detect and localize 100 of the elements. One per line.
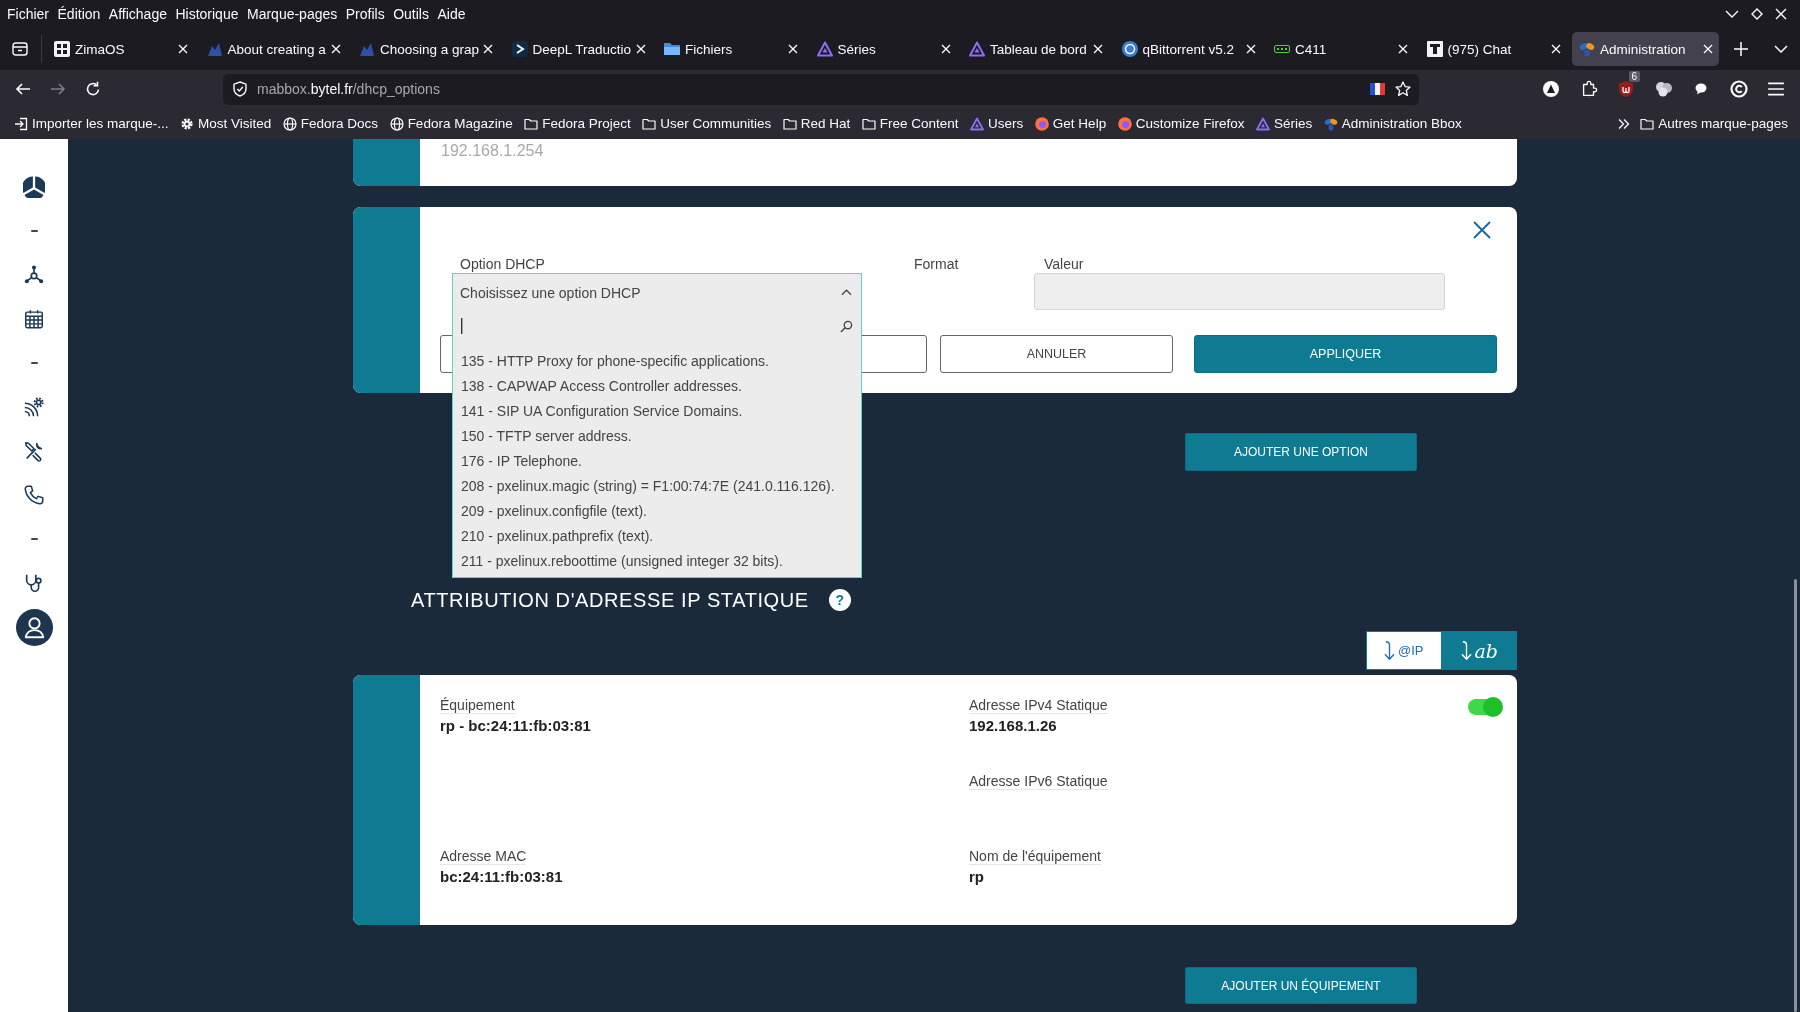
bookmark[interactable]: Administration Bbox [1319, 113, 1466, 134]
browser-tab[interactable]: C411 [1267, 32, 1414, 66]
shield-extension-icon[interactable] [1617, 80, 1636, 98]
menu-item[interactable]: Aide [437, 6, 466, 22]
browser-tab[interactable]: Tableau de bord [962, 32, 1109, 66]
star-icon[interactable] [1395, 81, 1411, 97]
browser-tab[interactable]: Administration [1572, 32, 1719, 66]
minimize-icon[interactable] [1725, 10, 1739, 18]
user-avatar-icon[interactable] [15, 608, 53, 646]
browser-tab[interactable]: Séries [809, 32, 957, 66]
menu-item[interactable]: Fichier [7, 6, 49, 22]
back-icon[interactable] [15, 81, 31, 97]
tools-icon[interactable] [23, 440, 45, 462]
wireless-settings-icon[interactable] [23, 396, 45, 418]
bookmark[interactable]: Users [966, 113, 1028, 134]
stethoscope-icon[interactable] [23, 572, 45, 594]
flag-icon[interactable] [1370, 82, 1385, 96]
section-title: ATTRIBUTION D'ADRESSE IP STATIQUE [411, 588, 809, 612]
menu-item[interactable]: Outils [393, 6, 429, 22]
scrollbar-thumb[interactable] [1794, 579, 1797, 1012]
dropdown-option[interactable]: 135 - HTTP Proxy for phone-specific applications. [453, 349, 861, 374]
browser-tab[interactable]: Choosing a grap [352, 32, 499, 66]
card-stripe [353, 139, 420, 186]
triangle-circle-icon[interactable] [1542, 80, 1561, 98]
bookmark[interactable]: Free Content [857, 113, 963, 134]
bookmark[interactable]: Fedora Docs [278, 113, 383, 134]
logo-icon [1323, 116, 1338, 131]
disc-icon [1121, 41, 1138, 57]
dropdown-option[interactable]: 211 - pxelinux.reboottime (unsigned integer 32 bits). [453, 549, 861, 574]
menu-item[interactable]: Marque-pages [247, 6, 338, 22]
gear-icon [180, 116, 195, 131]
bookmark[interactable]: Customize Firefox [1113, 113, 1249, 134]
tab-list-icon[interactable] [12, 42, 28, 56]
browser-logo-icon [1034, 116, 1049, 131]
network-icon[interactable] [23, 264, 45, 286]
add-option-button[interactable]: AJOUTER UNE OPTION [1185, 433, 1417, 471]
bookmark[interactable]: Most Visited [176, 113, 276, 134]
figure-icon [206, 41, 223, 57]
add-device-button[interactable]: AJOUTER UN ÉQUIPEMENT [1185, 967, 1417, 1004]
sort-button[interactable]: ab [1441, 631, 1517, 670]
field-value: bc:24:11:fb:03:81 [440, 868, 563, 885]
field-label: Équipement [440, 697, 515, 714]
sort-button[interactable]: @IP [1366, 631, 1442, 670]
ring-icon[interactable] [1729, 80, 1748, 98]
address-bar[interactable]: mabbox.bytel.fr/dhcp_options [223, 73, 1419, 105]
cloud-icon[interactable] [1654, 80, 1673, 98]
dropdown-option[interactable]: 210 - pxelinux.pathprefix (text). [453, 524, 861, 549]
bookmark[interactable]: Importer les marque-... [10, 113, 173, 134]
dropdown-option[interactable]: 150 - TFTP server address. [453, 424, 861, 449]
chat-bubble-icon[interactable] [1695, 83, 1708, 95]
dropdown-option[interactable]: 208 - pxelinux.magic (string) = F1:00:74:7E (241.0.116.126). [453, 474, 861, 499]
bookmark[interactable]: Red Hat [778, 113, 855, 134]
value-input-field[interactable] [1034, 273, 1445, 310]
dropdown-option[interactable]: 138 - CAPWAP Access Controller addresses. [453, 374, 861, 399]
text-cursor-icon [461, 318, 463, 334]
browser-tab[interactable]: (975) Chat [1419, 32, 1567, 66]
browser-tab[interactable]: ZimaOS [47, 32, 194, 66]
dropdown-option[interactable]: 141 - SIP UA Configuration Service Domains. [453, 399, 861, 424]
bookmark[interactable]: Fedora Magazine [385, 113, 517, 134]
field-label: Option DHCP [459, 255, 546, 273]
reload-icon[interactable] [85, 81, 101, 97]
menu-item[interactable]: Profils [345, 6, 385, 22]
folder-icon [664, 41, 680, 57]
menu-item[interactable]: Historique [175, 6, 239, 22]
browser-tab[interactable]: Fichiers [657, 32, 804, 66]
menu-icon[interactable] [1767, 80, 1786, 98]
apply-button[interactable]: APPLIQUER [1194, 335, 1497, 373]
bookmark[interactable]: User Communities [638, 113, 776, 134]
toggle-switch[interactable] [1468, 699, 1502, 715]
browser-tab[interactable]: DeepL Traductio [504, 32, 652, 66]
dhcp-option-dropdown[interactable]: Choisissez une option DHCP 135 - HTTP Proxy for phone-specific applications. 138 - CAPWAP Access Controller addresses. 141 - SIP UA Configuration Service Domains. 150 - TFTP server address. 176 - IP Telephone. 208 - pxelinux.magic (string) = F1:00:74:7E (241.0.116.126). 209 - pxelinux.configfile (text). 210 - pxelinux.pathprefix (text). 211 - pxelinux.reboottime (unsigned integer 32 bits). [452, 273, 862, 578]
bookmark[interactable]: Fedora Project [520, 113, 635, 134]
triangle-icon [969, 41, 985, 57]
field-label: Adresse IPv4 Statique [969, 697, 1108, 714]
logo-icon[interactable] [23, 176, 45, 198]
dropdown-option[interactable]: 209 - pxelinux.configfile (text). [453, 499, 861, 524]
plus-icon[interactable] [1734, 42, 1748, 56]
import-icon [14, 116, 28, 131]
bookmark-folder[interactable]: Autres marque-pages [1636, 113, 1792, 134]
menu-item[interactable]: Édition [57, 6, 101, 22]
globe-icon [389, 116, 404, 131]
field-label: Adresse IPv6 Statique [969, 773, 1108, 790]
cancel-button[interactable]: ANNULER [940, 335, 1173, 373]
chevron-down-icon[interactable] [1774, 45, 1788, 53]
field-value: rp - bc:24:11:fb:03:81 [440, 717, 591, 734]
maximize-icon[interactable] [1751, 8, 1763, 20]
menu-item[interactable]: Affichage [108, 6, 167, 22]
browser-tab[interactable]: qBittorrent v5.2 [1114, 32, 1262, 66]
forward-icon[interactable] [50, 81, 66, 97]
shield-icon[interactable] [232, 81, 248, 97]
field-value: rp [969, 868, 984, 885]
calendar-icon[interactable] [23, 308, 45, 330]
help-button[interactable]: ? [828, 589, 851, 611]
bookmark[interactable]: Get Help [1030, 113, 1111, 134]
double-chevron-icon[interactable] [1618, 117, 1631, 130]
browser-tab[interactable]: About creating a [199, 32, 347, 66]
folder-icon [524, 116, 539, 131]
phone-icon[interactable] [23, 484, 45, 506]
dropdown-option[interactable]: 176 - IP Telephone. [453, 449, 861, 474]
bookmark[interactable]: Séries [1251, 113, 1317, 134]
